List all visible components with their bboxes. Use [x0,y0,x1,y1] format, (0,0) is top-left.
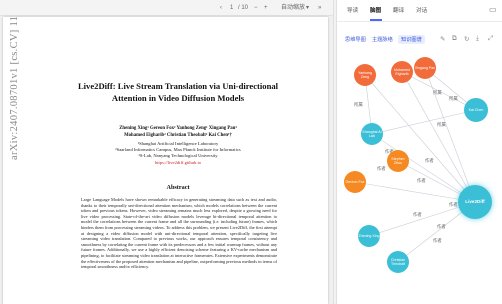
paper-title-line1: Live2Diff: Live Stream Translation via U… [77,81,279,91]
graph-edge [371,109,477,135]
graph-edge [424,67,476,203]
graph-node[interactable]: Stephen Zhou [387,150,409,172]
tab-translate[interactable]: 翻译 [393,6,404,14]
abstract-heading: Abstract [166,184,190,191]
affiliation-3: ³S-Lab, Nanyang Technological University [138,153,218,158]
page-number-input[interactable]: 1 [230,3,233,13]
edit-icon[interactable]: ✎ [440,35,445,43]
graph-edge [354,181,476,203]
graph-node[interactable]: Shanghai AI Lab [361,123,383,145]
download-icon[interactable]: ⤓ [476,35,479,43]
collapse-panel-icon[interactable]: ▭ [489,5,497,14]
zoom-chevron-down-icon[interactable]: ▾ [306,3,309,13]
graph-edge-label: 作者 [413,212,422,217]
project-link[interactable]: https://live2diff.github.io [43,160,313,166]
graph-node[interactable]: Yanhong Zeng [354,64,376,86]
graph-node[interactable]: Zhening Xing [358,225,380,247]
zoom-out-icon[interactable]: − [254,3,258,13]
authors-line1: Zhening Xing¹ Gereon Fox² Yanhong Zeng¹ … [119,126,237,131]
graph-edge-label: 作者 [449,202,458,207]
abstract-text: Large Language Models have shown remarka… [81,197,277,270]
copy-icon[interactable]: ⧉ [452,35,457,43]
refresh-icon[interactable]: ↻ [464,35,469,43]
zoom-in-icon[interactable]: + [264,3,268,13]
graph-edge-label: 作者 [425,158,434,163]
knowledge-graph[interactable]: 作者 作者 作者 作者 作者 作者 作者 作者 所属 所属 所属 所属 Yanhong Zeng Moha… [337,50,502,304]
assistant-panel: 导读 脑图 翻译 对话 ▭ 思维导图 主题脉络 知识图谱 ✎ ⧉ ↻ ⤓ ⤢ 作… [337,0,502,304]
tab-guide[interactable]: 导读 [347,6,358,14]
panel-tabs: 导读 脑图 翻译 对话 ▭ [337,0,502,22]
authors-line2: Mohamed Elgharib² Christian Theobalt² Ka… [124,133,232,138]
graph-edge-label: 所属 [437,122,446,127]
subtab-knowledge-graph[interactable]: 知识图谱 [398,35,425,44]
page-total: / 10 [238,5,249,11]
graph-node[interactable]: Christian Theobalt [387,251,409,273]
tab-chat[interactable]: 对话 [416,6,427,14]
graph-edge-label: 所属 [354,102,363,107]
arxiv-stamp: arXiv:2407.08701v1 [cs.CV] 11 Jul 2024 [9,17,20,160]
pdf-page: arXiv:2407.08701v1 [cs.CV] 11 Jul 2024 L… [3,17,328,304]
graph-node[interactable]: Kai Chen [464,98,488,122]
graph-node[interactable]: Mohamed Elgharib [391,61,413,83]
graph-edge-label: 作者 [433,238,442,243]
pdf-toolbar: ‹ 1 / 10 − + 自动缩放 ▾ » [0,0,333,16]
graph-edge [371,133,476,203]
mindmap-subtabs: 思维导图 主题脉络 知识图谱 ✎ ⧉ ↻ ⤓ ⤢ [337,32,502,48]
pdf-viewer: ‹ 1 / 10 − + 自动缩放 ▾ » arXiv:2407.08701v1… [0,0,333,304]
fullscreen-icon[interactable]: ⤢ [488,35,493,43]
graph-edge-label: 所属 [449,96,458,101]
graph-node[interactable]: Gereon Fox [344,171,366,193]
graph-edge-label: 作者 [377,166,386,171]
paper-title-line2: Attention in Video Diffusion Models [111,93,245,103]
more-icon[interactable]: » [318,3,321,13]
tab-mindmap[interactable]: 脑图 [370,6,381,14]
graph-node[interactable]: Live2Diff [458,185,492,219]
active-tab-indicator [370,19,382,21]
graph-edge-label: 作者 [437,224,446,229]
subtab-mindmap[interactable]: 思维导图 [345,36,366,43]
zoom-select[interactable]: 自动缩放 [281,3,305,13]
graph-edge-label: 所属 [433,90,442,95]
prev-page-icon[interactable]: ‹ [220,3,222,13]
graph-node[interactable]: Xingang Pan [414,57,436,79]
graph-edge-label: 作者 [417,178,426,183]
subtab-topic[interactable]: 主题脉络 [372,36,393,43]
